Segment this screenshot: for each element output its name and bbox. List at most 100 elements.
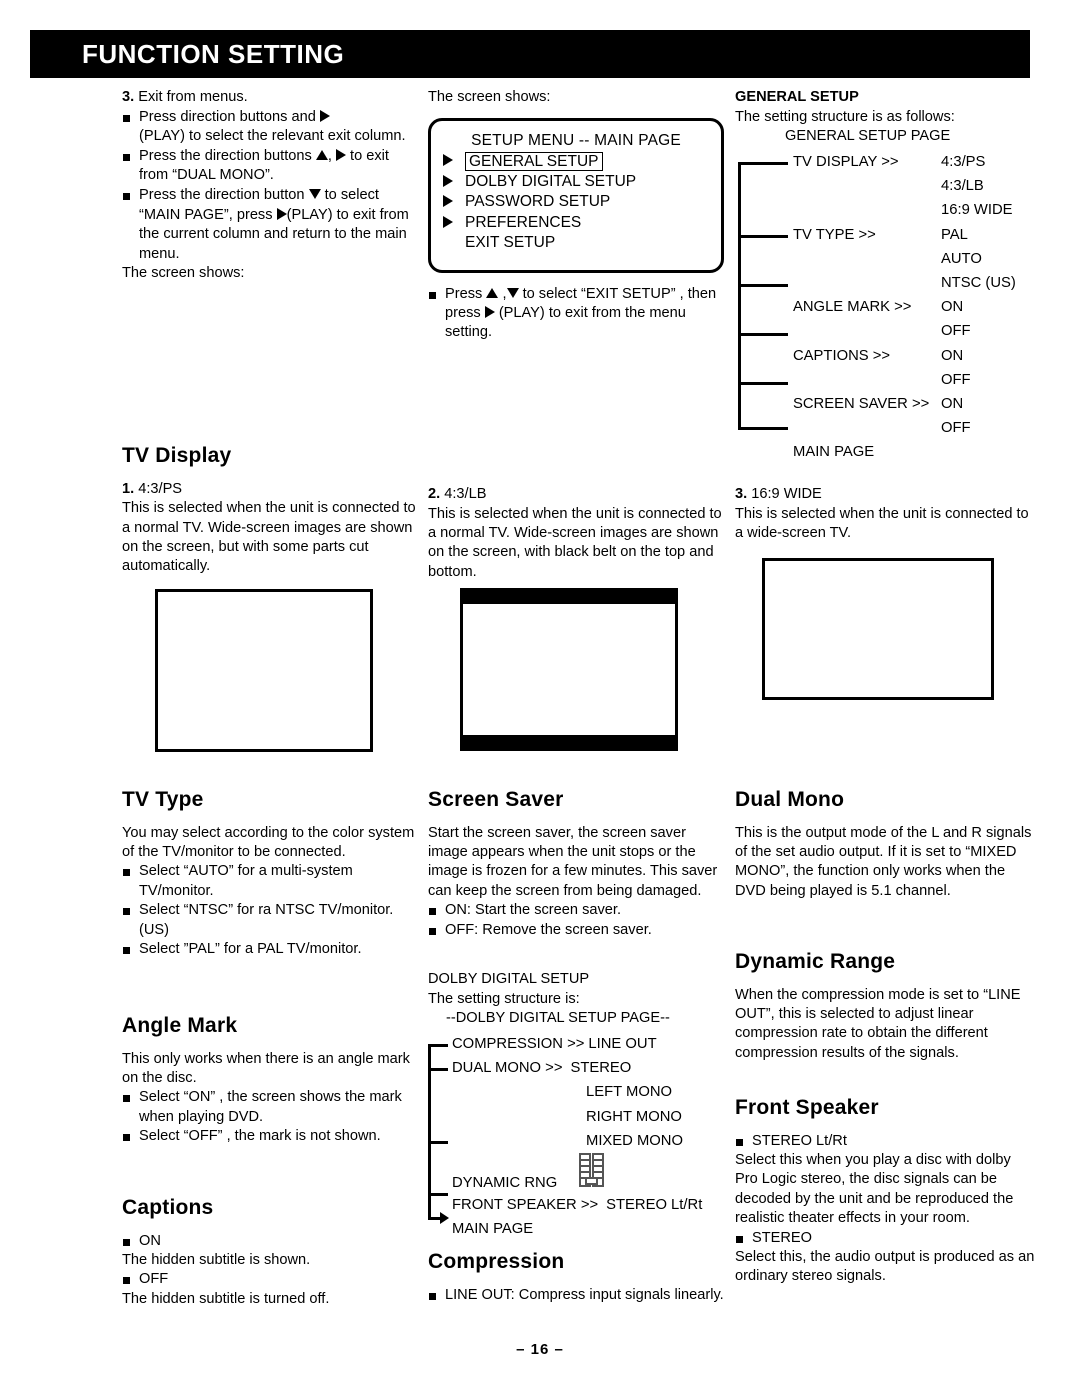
screen-shows-label-2: The screen shows:: [428, 89, 551, 105]
setup-menu-osd: SETUP MENU -- MAIN PAGE GENERAL SETUP DO…: [428, 117, 724, 273]
dolby-setup-title: DOLBY DIGITAL SETUP: [428, 971, 590, 987]
list-item: STEREO Lt/Rt: [735, 1132, 1035, 1151]
menu-item-general-setup[interactable]: GENERAL SETUP: [443, 151, 709, 172]
table-row: OFF: [793, 416, 1038, 440]
tv-display-section: TV Display 1. 4:3/PS This is selected wh…: [122, 445, 418, 577]
table-row: MAIN PAGE: [452, 1217, 702, 1241]
front-speaker-option-2-text: Select this, the audio output is produce…: [735, 1249, 1035, 1285]
page-number: – 16 –: [516, 1341, 564, 1358]
angle-mark-heading: Angle Mark: [122, 1014, 238, 1037]
menu-item-exit-setup[interactable]: EXIT SETUP: [443, 233, 709, 254]
table-row: CAPTIONS >> ON: [793, 344, 1038, 368]
tree-label: MAIN PAGE: [452, 1221, 534, 1238]
tree-branch-stub: [738, 427, 788, 430]
main-page-arrow-icon: [440, 1212, 449, 1224]
table-row: 4:3/LB: [793, 174, 1038, 198]
angle-mark-intro: This only works when there is an angle m…: [122, 1050, 410, 1086]
table-row: MIXED MONO: [452, 1129, 702, 1153]
screen-saver-text: Start the screen saver, the screen saver…: [428, 824, 718, 899]
menu-item-dolby-digital-setup[interactable]: DOLBY DIGITAL SETUP: [443, 172, 709, 193]
table-row: OFF: [793, 319, 1038, 343]
tree-value: OFF: [941, 323, 971, 340]
letterbox-bar-bottom: [463, 735, 675, 748]
menu-item-label: GENERAL SETUP: [465, 151, 603, 171]
tree-value: MIXED MONO: [586, 1132, 684, 1149]
option-1-mode: 4:3/PS: [138, 480, 183, 497]
menu-arrow-icon: [443, 151, 465, 172]
bullet-1-part-b: (PLAY) to select the relevant exit colum…: [139, 128, 406, 145]
tree-value: ON: [941, 395, 964, 412]
option-2-mode: 4:3/LB: [444, 486, 487, 502]
tv-type-intro: You may select according to the color sy…: [122, 824, 415, 860]
tree-value: LINE OUT: [588, 1036, 657, 1052]
tree-label: DYNAMIC RNG: [452, 1174, 558, 1191]
general-setup-tree: TV DISPLAY >> 4:3/PS 4:3/LB 16:9 WIDE TV…: [738, 150, 1038, 460]
tree-branch-stub: [738, 333, 788, 336]
column-two-top: The screen shows: SETUP MENU -- MAIN PAG…: [428, 88, 724, 343]
page-title-text: FUNCTION SETTING: [82, 38, 345, 69]
bullet-2-part-a: Press the direction buttons: [139, 147, 312, 164]
compression-options-list: LINE OUT: Compress input signals linearl…: [428, 1286, 724, 1305]
tv-display-option-2-title: 2. 4:3/LB: [428, 485, 724, 505]
page-header-bar: FUNCTION SETTING: [30, 30, 1030, 78]
screen-saver-heading: Screen Saver: [428, 788, 564, 811]
step-3-line: 3. Exit from menus.: [122, 88, 418, 108]
table-row: NTSC (US): [793, 271, 1038, 295]
option-3-mode: 16:9 WIDE: [751, 486, 822, 502]
tv-screen-diagram-16-9-wide: [762, 558, 994, 700]
general-setup-title: GENERAL SETUP: [735, 89, 859, 105]
tree-value: 16:9 WIDE: [941, 202, 1013, 219]
tree-branch-stub: [738, 162, 788, 165]
table-row: LEFT MONO: [452, 1080, 702, 1104]
tree-value: STEREO Lt/Rt: [606, 1196, 703, 1213]
list-item: Select “AUTO” for a multi-system TV/moni…: [122, 862, 418, 901]
front-speaker-option-2-list: STEREO: [735, 1229, 1035, 1248]
table-row: COMPRESSION >> LINE OUT: [452, 1032, 702, 1056]
menu-item-preferences[interactable]: PREFERENCES: [443, 213, 709, 234]
exit-setup-instruction-list: Press , to select “EXIT SETUP” , then pr…: [428, 285, 724, 343]
dynamic-range-heading: Dynamic Range: [735, 950, 896, 973]
table-row: MAIN PAGE: [793, 440, 1038, 464]
dolby-setup-page-label: --DOLBY DIGITAL SETUP PAGE--: [446, 1010, 670, 1027]
tree-value: NTSC (US): [941, 274, 1016, 291]
tree-label: COMPRESSION >>: [452, 1036, 585, 1052]
tv-display-option-2-text: This is selected when the unit is connec…: [428, 505, 722, 580]
menu-arrow-icon: [443, 192, 465, 213]
tv-display-option-2: 2. 4:3/LB This is selected when the unit…: [428, 485, 724, 582]
down-arrow-icon: [506, 287, 519, 298]
tree-branch-stub: [428, 1141, 448, 1144]
tree-value: AUTO: [941, 250, 982, 267]
tv-type-heading: TV Type: [122, 788, 204, 811]
right-arrow-icon: [335, 148, 346, 161]
option-1-number: 1.: [122, 480, 135, 497]
list-item: OFF: Remove the screen saver.: [428, 921, 724, 940]
general-setup-intro: The setting structure is as follows:: [735, 108, 955, 125]
option-2-number: 2.: [428, 486, 441, 502]
list-item: ON: [122, 1232, 418, 1251]
play-arrow-icon: [484, 306, 495, 319]
page-title: FUNCTION SETTING: [30, 39, 344, 70]
list-item: Select “ON” , the screen shows the mark …: [122, 1088, 418, 1127]
tree-label: SCREEN SAVER >>: [793, 395, 930, 412]
tree-branch-stub: [428, 1193, 448, 1196]
tree-label: FRONT SPEAKER >>: [452, 1196, 599, 1213]
tv-display-option-1-text: This is selected when the unit is connec…: [122, 500, 416, 575]
menu-item-password-setup[interactable]: PASSWORD SETUP: [443, 192, 709, 213]
tree-value: OFF: [941, 420, 971, 437]
dynamic-range-section: Dynamic Range When the compression mode …: [735, 950, 1035, 1063]
front-speaker-section: Front Speaker STEREO Lt/Rt Select this w…: [735, 1097, 1035, 1287]
table-row: 16:9 WIDE: [793, 198, 1038, 222]
tree-value: PAL: [941, 226, 968, 243]
tree-label: TV TYPE >>: [793, 226, 876, 243]
menu-item-label: PASSWORD SETUP: [465, 193, 611, 211]
bullet-3-part-a: Press the direction button: [139, 186, 305, 203]
bullet-2-comma: ,: [327, 147, 332, 164]
step-3-text: Exit from menus.: [138, 89, 248, 105]
front-speaker-option-1-list: STEREO Lt/Rt: [735, 1132, 1035, 1151]
menu-arrow-icon: [443, 172, 465, 193]
dual-mono-heading: Dual Mono: [735, 788, 845, 811]
tree-value: OFF: [941, 371, 971, 388]
tree-value: RIGHT MONO: [586, 1108, 682, 1125]
dolby-digital-setup-block: DOLBY DIGITAL SETUP The setting structur…: [428, 970, 724, 1029]
table-row: ANGLE MARK >> ON: [793, 295, 1038, 319]
